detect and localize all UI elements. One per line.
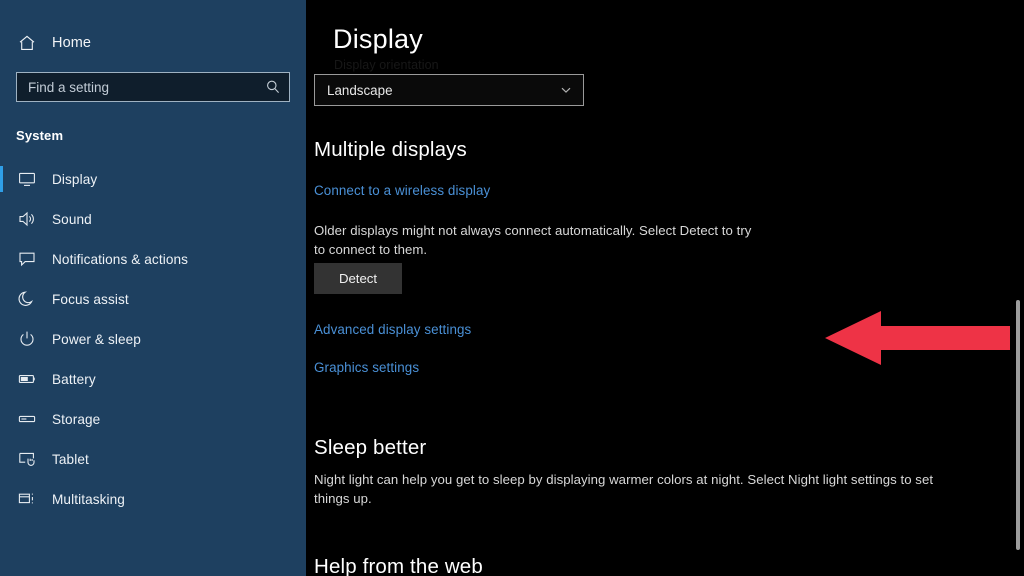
monitor-icon	[16, 168, 38, 190]
sidebar-home-label: Home	[52, 35, 92, 51]
chevron-down-icon	[559, 83, 573, 97]
sidebar-item-label: Focus assist	[52, 291, 129, 307]
tablet-touch-icon	[16, 448, 38, 470]
page-title: Display	[333, 24, 423, 54]
sidebar-item-display[interactable]: Display	[0, 159, 306, 199]
sidebar-item-label: Sound	[52, 211, 92, 227]
sidebar-item-label: Storage	[52, 411, 101, 427]
moon-icon	[16, 288, 38, 310]
multiple-displays-description: Older displays might not always connect …	[314, 223, 752, 257]
scrollbar-thumb[interactable]	[1016, 300, 1020, 550]
scrollbar-track[interactable]	[1010, 0, 1024, 576]
drive-icon	[16, 408, 38, 430]
main-content: Display Display orientation Landscape Mu…	[306, 0, 1024, 576]
display-orientation-label: Display orientation	[334, 58, 439, 72]
sidebar-item-power-sleep[interactable]: Power & sleep	[0, 319, 306, 359]
sidebar-item-label: Tablet	[52, 451, 89, 467]
help-from-web-heading: Help from the web	[314, 555, 483, 576]
advanced-display-settings-link[interactable]: Advanced display settings	[314, 322, 471, 337]
multitasking-icon	[16, 488, 38, 510]
left-arrow-annotation	[825, 311, 1024, 365]
sidebar-item-label: Notifications & actions	[52, 251, 189, 267]
sidebar-item-focus-assist[interactable]: Focus assist	[0, 279, 306, 319]
detect-button[interactable]: Detect	[314, 263, 402, 294]
sidebar-section-title: System	[16, 128, 64, 143]
power-icon	[16, 328, 38, 350]
sidebar-item-notifications[interactable]: Notifications & actions	[0, 239, 306, 279]
search-icon[interactable]	[265, 79, 281, 95]
multiple-displays-heading: Multiple displays	[314, 138, 467, 161]
graphics-settings-link[interactable]: Graphics settings	[314, 360, 419, 375]
sidebar-item-home[interactable]: Home	[0, 28, 306, 58]
speaker-icon	[16, 208, 38, 230]
search-box[interactable]	[16, 72, 290, 102]
battery-icon	[16, 368, 38, 390]
sidebar-item-label: Power & sleep	[52, 331, 141, 347]
settings-window: Home System Display	[0, 0, 1024, 576]
sidebar-item-label: Battery	[52, 371, 96, 387]
display-orientation-value: Landscape	[327, 82, 393, 98]
sidebar-item-sound[interactable]: Sound	[0, 199, 306, 239]
sidebar-nav: Display Sound Notifications & actions Fo…	[0, 159, 306, 519]
connect-wireless-display-link[interactable]: Connect to a wireless display	[314, 183, 490, 198]
sleep-better-description: Night light can help you get to sleep by…	[314, 472, 934, 506]
sidebar-item-multitasking[interactable]: Multitasking	[0, 479, 306, 519]
search-input[interactable]	[28, 79, 265, 95]
display-orientation-select[interactable]: Landscape	[314, 74, 584, 106]
sleep-better-heading: Sleep better	[314, 436, 427, 459]
sidebar: Home System Display	[0, 0, 306, 576]
home-icon	[16, 32, 38, 54]
sidebar-item-storage[interactable]: Storage	[0, 399, 306, 439]
sidebar-item-label: Multitasking	[52, 491, 125, 507]
sidebar-item-tablet[interactable]: Tablet	[0, 439, 306, 479]
sidebar-item-battery[interactable]: Battery	[0, 359, 306, 399]
chat-bubble-icon	[16, 248, 38, 270]
sidebar-item-label: Display	[52, 171, 98, 187]
